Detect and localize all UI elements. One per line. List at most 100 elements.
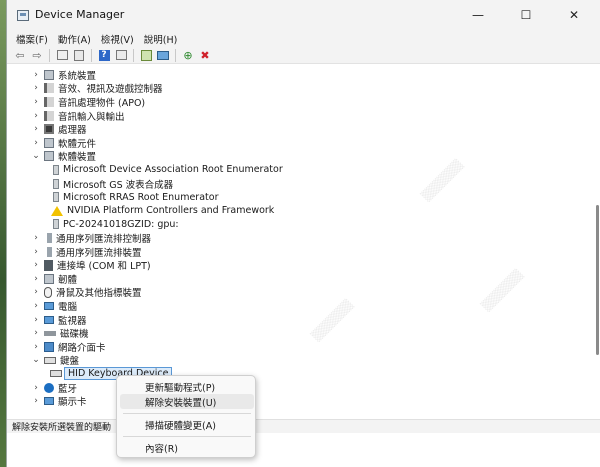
tree-category[interactable]: ⌄ 軟體裝置 <box>31 150 96 163</box>
tree-item-label: 音效、視訊及遊戲控制器 <box>58 84 163 96</box>
scan-hardware-button[interactable] <box>156 49 170 62</box>
chevron-right-icon[interactable]: › <box>31 315 41 325</box>
tree-leaf-item[interactable]: Microsoft Device Association Root Enumer… <box>47 163 283 177</box>
chevron-right-icon[interactable]: › <box>31 287 41 297</box>
speaker-icon <box>44 110 54 121</box>
menu-separator <box>123 436 251 437</box>
chevron-right-icon[interactable]: › <box>31 138 41 148</box>
tree-category[interactable]: › 音訊輸入與輸出 <box>31 109 125 123</box>
tree-leaf-item[interactable]: Microsoft GS 波表合成器 <box>47 177 173 191</box>
toolbar: ⇦ ⇨ ? ⊕ ✖ <box>7 47 600 64</box>
chevron-right-icon[interactable]: › <box>31 383 41 393</box>
tree-category[interactable]: › 連接埠 (COM 和 LPT) <box>31 258 151 272</box>
tree-item-label: Microsoft GS 波表合成器 <box>63 179 174 191</box>
chevron-right-icon[interactable]: › <box>31 70 41 80</box>
tree-category[interactable]: › 音效、視訊及遊戲控制器 <box>31 82 163 96</box>
tree-leaf-item[interactable]: NVIDIA Platform Controllers and Framewor… <box>47 204 274 218</box>
menu-properties[interactable]: 內容(R) <box>120 440 254 455</box>
help-icon: ? <box>98 49 110 61</box>
maximize-button[interactable]: ☐ <box>505 0 547 30</box>
enable-icon: ⊕ <box>183 48 193 62</box>
tree-item-label: 顯示卡 <box>58 397 87 409</box>
mouse-icon <box>44 286 52 298</box>
tree-category[interactable]: › 網路介面卡 <box>31 340 106 354</box>
menu-uninstall-device[interactable]: 解除安裝裝置(U) <box>120 394 254 409</box>
tree-category[interactable]: ⌄ 鍵盤 <box>31 354 79 367</box>
tree-category[interactable]: › 韌體 <box>31 272 77 286</box>
menu-view[interactable]: 檢視(V) <box>96 32 139 46</box>
chevron-right-icon[interactable]: › <box>31 396 41 406</box>
tree-item-label: 音訊輸入與輸出 <box>58 111 125 123</box>
toolbar-separator <box>91 48 92 62</box>
vertical-scrollbar[interactable] <box>595 70 599 400</box>
details-button[interactable] <box>114 49 128 62</box>
menu-properties-label: 內容(R) <box>145 443 179 455</box>
chevron-right-icon[interactable]: › <box>31 233 41 243</box>
menu-update-driver[interactable]: 更新驅動程式(P) <box>120 379 254 394</box>
scroll-thumb[interactable] <box>596 205 599 355</box>
show-hidden-icon <box>74 49 84 61</box>
close-button[interactable]: ✕ <box>553 0 595 30</box>
chevron-right-icon[interactable]: › <box>31 124 41 134</box>
context-menu: 更新驅動程式(P) 解除安裝裝置(U) 掃描硬體變更(A) 內容(R) <box>116 375 256 458</box>
status-bar: 解除安裝所選裝置的驅動 <box>7 419 600 433</box>
chevron-right-icon[interactable]: › <box>31 260 41 270</box>
tree-category[interactable]: › 滑鼠及其他指標裝置 <box>31 286 142 299</box>
minimize-button[interactable]: — <box>457 0 499 30</box>
chevron-down-icon[interactable]: ⌄ <box>31 151 41 161</box>
toolbar-separator <box>133 48 134 62</box>
keyboard-icon <box>44 356 56 364</box>
bluetooth-icon <box>44 382 54 393</box>
tree-leaf-item[interactable]: Microsoft RRAS Root Enumerator <box>47 190 218 204</box>
tree-category[interactable]: › 顯示卡 <box>31 394 87 409</box>
forward-button[interactable]: ⇨ <box>30 49 44 62</box>
toolbar-separator <box>175 48 176 62</box>
chevron-right-icon[interactable]: › <box>31 97 41 107</box>
update-driver-button[interactable] <box>139 49 153 62</box>
enable-device-button[interactable]: ⊕ <box>181 49 195 62</box>
usb-icon <box>47 232 52 243</box>
watermark: ▒▒▒▒▒▒ <box>419 157 465 204</box>
tree-category[interactable]: › 電腦 <box>31 299 77 313</box>
tree-category[interactable]: › 監視器 <box>31 313 87 327</box>
menu-help[interactable]: 說明(H) <box>139 32 183 46</box>
device-tree[interactable]: › 系統裝置 › 音效、視訊及遊戲控制器 › 音訊處理物件 (APO) › 音訊輸入與輸出 › 處… <box>7 64 600 419</box>
warning-icon <box>51 205 63 216</box>
tree-category[interactable]: › 磁碟機 <box>31 326 88 340</box>
tree-category[interactable]: › 系統裝置 <box>31 68 96 82</box>
chevron-right-icon[interactable]: › <box>31 342 41 352</box>
uninstall-device-button[interactable]: ✖ <box>198 49 212 62</box>
menu-file[interactable]: 檔案(F) <box>11 32 53 46</box>
chevron-right-icon[interactable]: › <box>31 274 41 284</box>
chevron-right-icon[interactable]: › <box>31 83 41 93</box>
computer-icon <box>44 301 54 310</box>
back-button[interactable]: ⇦ <box>13 49 27 62</box>
menu-action[interactable]: 動作(A) <box>53 32 96 46</box>
tree-category[interactable]: › 軟體元件 <box>31 136 96 150</box>
window-title: Device Manager <box>35 8 125 21</box>
chevron-right-icon[interactable]: › <box>31 247 41 257</box>
tree-category[interactable]: › 通用序列匯流排控制器 <box>31 231 151 245</box>
title-bar[interactable]: Device Manager — ☐ ✕ <box>7 0 600 30</box>
maximize-icon: ☐ <box>520 8 532 22</box>
chevron-right-icon[interactable]: › <box>31 301 41 311</box>
uninstall-icon: ✖ <box>200 48 210 62</box>
chevron-down-icon[interactable]: ⌄ <box>31 355 41 365</box>
tree-category[interactable]: › 藍牙 <box>31 381 77 395</box>
tree-item-label: 處理器 <box>58 125 87 137</box>
menu-scan-hardware[interactable]: 掃描硬體變更(A) <box>120 417 254 432</box>
tree-category[interactable]: › 通用序列匯流排裝置 <box>31 245 142 259</box>
tree-item-label: 監視器 <box>58 315 87 327</box>
tree-category[interactable]: › 音訊處理物件 (APO) <box>31 95 145 109</box>
chevron-right-icon[interactable]: › <box>31 328 41 338</box>
tree-leaf-item[interactable]: PC-20241018GZID: gpu: <box>47 218 179 232</box>
help-button[interactable]: ? <box>97 49 111 62</box>
usb-icon <box>47 246 52 257</box>
properties-button[interactable] <box>55 49 69 62</box>
chevron-right-icon[interactable]: › <box>31 111 41 121</box>
show-hidden-button[interactable] <box>72 49 86 62</box>
tree-item-label: PC-20241018GZID: gpu: <box>63 218 179 230</box>
monitor-icon <box>44 315 54 324</box>
properties-icon <box>56 50 68 60</box>
tree-category[interactable]: › 處理器 <box>31 122 87 136</box>
